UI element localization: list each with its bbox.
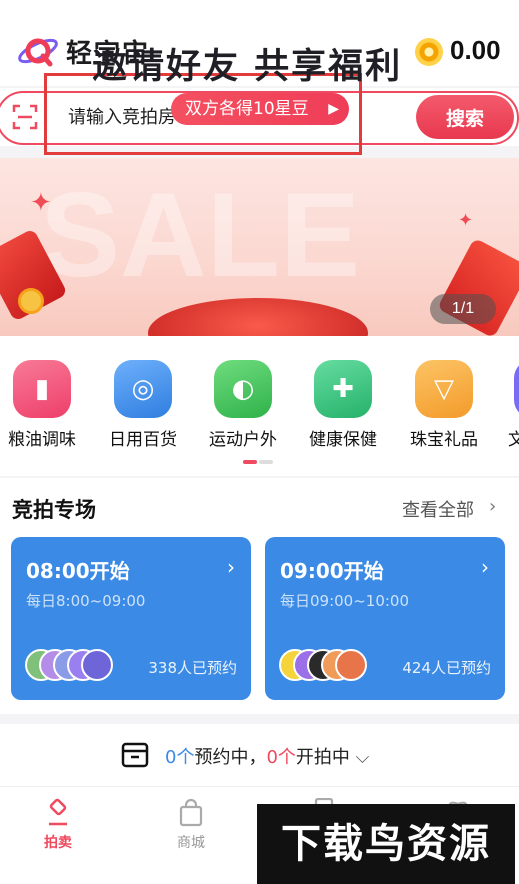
search-button[interactable]: 搜索	[416, 95, 514, 139]
category-label: 运动户外	[209, 430, 277, 450]
category-label: 珠宝礼品	[410, 430, 478, 450]
avatar-stack	[25, 649, 135, 683]
sparkle-icon: ✦	[30, 188, 52, 218]
tab-mall[interactable]: 商城	[161, 798, 221, 852]
section-title: 竞拍专场	[12, 498, 96, 522]
category-label: 健康保健	[309, 430, 377, 450]
chevron-right-icon[interactable]: ›	[489, 496, 496, 517]
app-screen: 轻宇宙 0.00 搜索 SALE ✦ ✦ ✦ 邀请好友 共享福利 双方各得10星…	[0, 0, 519, 884]
oil-bottle-icon: ▮	[13, 360, 71, 418]
session-time: 09:00开始	[280, 559, 384, 583]
scan-icon[interactable]	[12, 104, 38, 130]
session-range: 每日09:00~10:00	[280, 592, 410, 610]
page-dot	[259, 460, 273, 464]
category-item-sports[interactable]: ◐ 运动户外	[203, 360, 283, 450]
category-page-indicator	[243, 460, 273, 464]
category-label: 文	[508, 430, 519, 450]
app-logo	[18, 38, 58, 67]
tab-label: 商城	[177, 835, 205, 851]
banner-pager: 1/1	[430, 294, 496, 324]
caret-right-icon: ▶	[328, 101, 339, 117]
banner-cta[interactable]: 双方各得10星豆 ▶	[171, 93, 349, 125]
category-label: 粮油调味	[8, 430, 76, 450]
chevron-down-icon: ⌵	[349, 747, 370, 768]
category-item-partial[interactable]: 文	[498, 360, 519, 450]
site-watermark: 下载鸟资源	[257, 804, 515, 884]
tab-label: 拍卖	[44, 835, 72, 851]
session-card-0900[interactable]: 09:00开始 › 每日09:00~10:00 424人已预约	[265, 537, 505, 700]
book-icon	[514, 360, 519, 418]
gavel-icon	[49, 798, 67, 826]
reservation-status[interactable]: 0个预约中，0个开拍中 ⌵	[165, 743, 369, 769]
chevron-right-icon: ›	[481, 555, 489, 579]
chevron-right-icon: ›	[227, 555, 235, 579]
session-time: 08:00开始	[26, 559, 130, 583]
necklace-icon: ▽	[415, 360, 473, 418]
page-dot-active	[243, 460, 257, 464]
avatar	[81, 649, 113, 681]
reservation-count: 424人已预约	[402, 659, 491, 677]
session-range: 每日8:00~09:00	[26, 592, 146, 610]
avatar-stack	[279, 649, 389, 683]
category-item-daily-goods[interactable]: ◎ 日用百货	[103, 360, 183, 450]
shopping-bag-icon	[179, 798, 203, 827]
sparkle-icon: ✦	[458, 210, 474, 231]
reserved-count: 0个	[165, 747, 195, 768]
bidding-label: 开拍中	[295, 747, 350, 768]
tissue-roll-icon: ◎	[114, 360, 172, 418]
category-item-health[interactable]: ✚ 健康保健	[303, 360, 383, 450]
banner-cta-label: 双方各得10星豆	[185, 99, 309, 119]
ball-icon: ◐	[214, 360, 272, 418]
banner-title: 邀请好友 共享福利	[92, 47, 403, 87]
tab-auction[interactable]: 拍卖	[28, 798, 88, 852]
category-item-grain-oil[interactable]: ▮ 粮油调味	[2, 360, 82, 450]
medicine-icon: ✚	[314, 360, 372, 418]
session-card-0800[interactable]: 08:00开始 › 每日8:00~09:00 338人已预约	[11, 537, 251, 700]
coin-decoration-icon	[18, 288, 44, 314]
reservation-count: 338人已预约	[148, 659, 237, 677]
reserved-label: 预约中，	[194, 747, 267, 768]
avatar	[335, 649, 367, 681]
see-all-link[interactable]: 查看全部	[402, 496, 474, 522]
category-item-jewelry[interactable]: ▽ 珠宝礼品	[404, 360, 484, 450]
coin-icon	[415, 38, 443, 66]
bidding-count: 0个	[266, 747, 296, 768]
coin-balance[interactable]: 0.00	[450, 35, 501, 66]
category-label: 日用百货	[109, 430, 177, 450]
archive-box-icon	[121, 742, 149, 768]
banner-watermark-text: SALE	[40, 168, 361, 302]
